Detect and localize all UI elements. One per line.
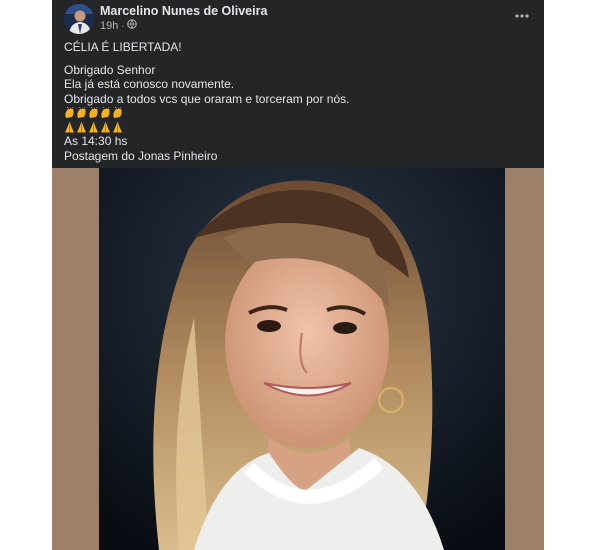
post-line: Obrigado Senhor — [64, 62, 156, 77]
praying-hands-emoji — [101, 121, 110, 133]
clapping-emoji-row — [64, 106, 534, 120]
praying-hands-emoji — [65, 121, 74, 133]
praying-hands-emoji — [113, 121, 122, 133]
author-name[interactable]: Marcelino Nunes de Oliveira — [100, 4, 267, 18]
clapping-hands-emoji — [113, 107, 122, 118]
clapping-hands-emoji — [77, 107, 86, 118]
praying-hands-emoji — [89, 121, 98, 133]
post-photo[interactable] — [99, 168, 505, 550]
clapping-hands-emoji — [101, 107, 110, 118]
post-time-line: As 14:30 hs — [64, 134, 128, 148]
post-line: Ela já está conosco novamente. — [64, 77, 235, 91]
praying-emoji-row — [64, 120, 534, 134]
clapping-hands-emoji — [65, 107, 74, 118]
more-options-button[interactable] — [510, 6, 534, 26]
portrait-image — [99, 168, 505, 550]
meta-separator: · — [121, 20, 125, 31]
post-photo-frame[interactable] — [52, 168, 544, 550]
post-time[interactable]: 19h — [100, 20, 118, 32]
post-title-line: CÉLIA É LIBERTADA! — [64, 40, 182, 54]
post-text: CÉLIA É LIBERTADA! Obrigado Senhor Ela j… — [64, 40, 534, 163]
post-meta: 19h · — [100, 19, 138, 32]
post-credit-line: Postagem do Jonas Pinheiro — [64, 148, 218, 163]
more-options-icon — [515, 14, 529, 18]
avatar-image — [64, 4, 94, 34]
facebook-post: Marcelino Nunes de Oliveira 19h · CÉLIA … — [52, 0, 544, 550]
praying-hands-emoji — [77, 121, 86, 133]
author-avatar[interactable] — [64, 4, 94, 34]
post-line: Obrigado a todos vcs que oraram e torcer… — [64, 91, 350, 106]
post-header: Marcelino Nunes de Oliveira 19h · — [52, 0, 544, 36]
globe-icon[interactable] — [127, 19, 138, 32]
clapping-hands-emoji — [89, 107, 98, 118]
